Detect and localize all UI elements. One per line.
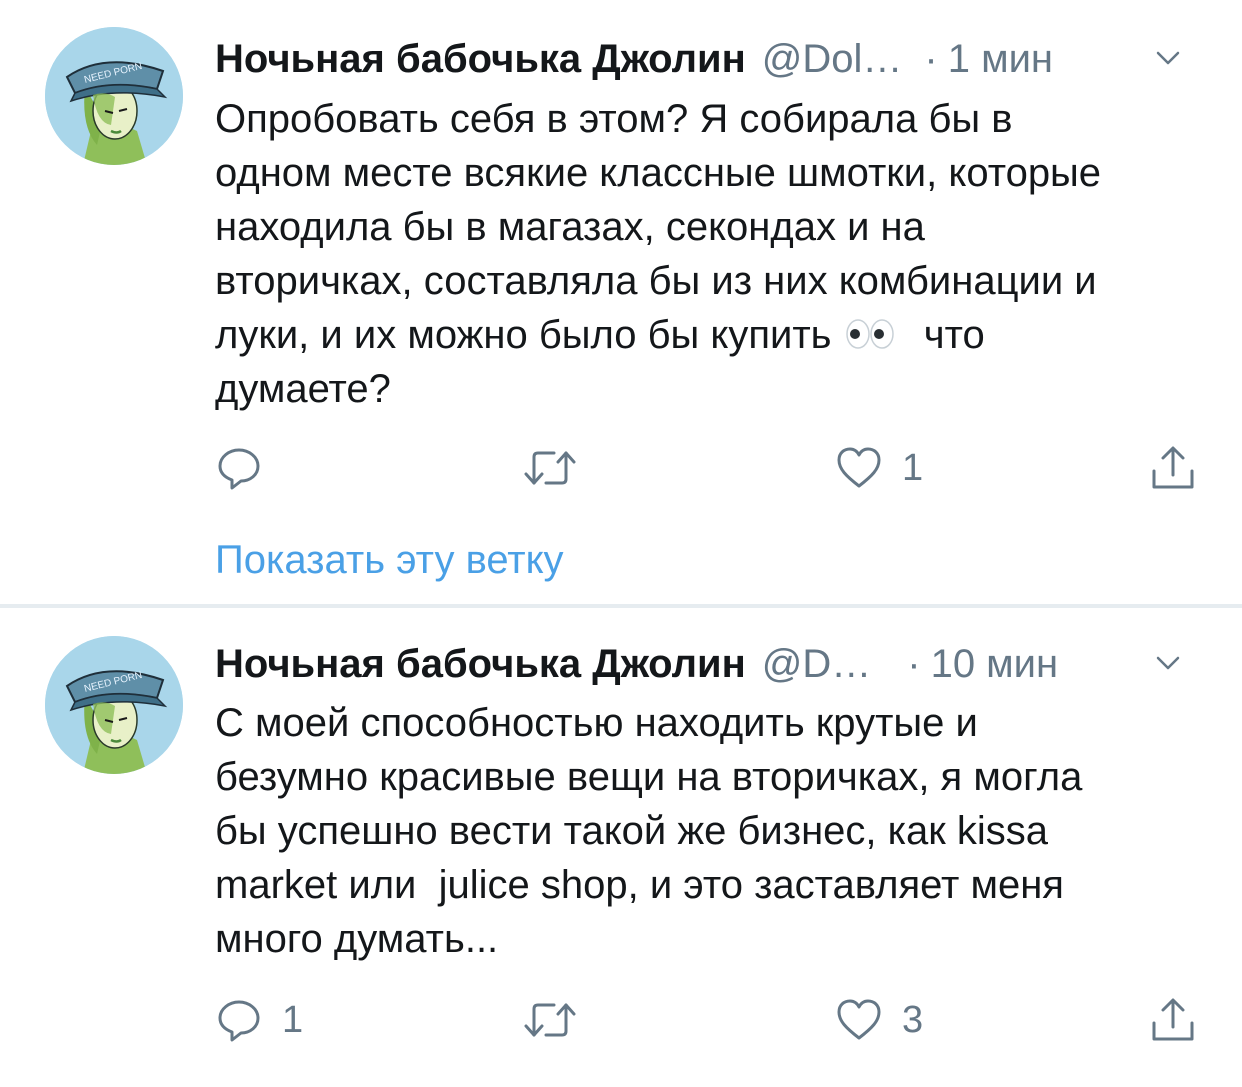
tweet-text-segment: что [923, 313, 985, 357]
tweet-text-line: одном месте всякие классные шмотки, кото… [215, 151, 1102, 195]
retweet-button[interactable] [522, 990, 596, 1050]
tweet-actions: 1 3 [0, 990, 1242, 1050]
eyes-emoji-icon [845, 319, 894, 349]
like-count: 3 [902, 998, 924, 1041]
tweet-text-line: market или julice shop, и это заставляет… [215, 863, 1064, 907]
tweet-text: Опробовать себя в этом? Я собирала бы в … [215, 92, 1215, 416]
author-handle[interactable]: @D… [762, 642, 872, 687]
avatar[interactable]: NEED PORN [45, 636, 183, 774]
tweet-text-line: думаете? [215, 367, 391, 411]
tweet-1[interactable]: NEED PORN Ночьная бабочька Джолин @Dol… … [0, 0, 1242, 606]
tweet-text: С моей способностью находить крутые и бе… [215, 696, 1215, 966]
retweet-icon [524, 1003, 576, 1037]
tweet-text-segment: луки, и их можно было бы купить [215, 313, 832, 357]
tweet-header: Ночьная бабочька Джолин @Dol… · 1 мин [215, 31, 1202, 87]
heart-icon [837, 999, 881, 1040]
author-name[interactable]: Ночьная бабочька Джолин [215, 642, 746, 687]
tweet-text-line-with-emoji: луки, и их можно было бы купить что [215, 308, 1215, 362]
author-handle[interactable]: @Dol… [762, 37, 903, 82]
separator-dot: · [924, 36, 938, 81]
author-name[interactable]: Ночьная бабочька Джолин [215, 37, 746, 82]
heart-icon [837, 447, 881, 488]
like-button[interactable]: 1 [834, 438, 923, 498]
timestamp[interactable]: 1 мин [948, 37, 1053, 82]
timestamp[interactable]: 10 мин [931, 642, 1059, 687]
avatar-illustration: NEED PORN [45, 636, 183, 774]
separator-dot: · [907, 641, 921, 686]
tweet-text-line: С моей способностью находить крутые и [215, 701, 978, 745]
tweet-header: Ночьная бабочька Джолин @D… · 10 мин [215, 636, 1202, 692]
like-button[interactable]: 3 [834, 990, 923, 1050]
tweet-actions: 1 [0, 438, 1242, 498]
chevron-down-icon[interactable] [1150, 648, 1186, 678]
like-count: 1 [902, 446, 924, 489]
reply-count: 1 [282, 998, 304, 1041]
avatar-illustration: NEED PORN [45, 27, 183, 165]
share-icon [1152, 446, 1194, 489]
tweet-text-line: бы успешно вести такой же бизнес, как ki… [215, 809, 1049, 853]
tweet-text-line: находила бы в магазах, секондах и на [215, 205, 925, 249]
retweet-button[interactable] [522, 438, 596, 498]
tweet-text-line: безумно красивые вещи на вторичках, я мо… [215, 755, 1083, 799]
share-button[interactable] [1148, 990, 1198, 1050]
reply-button[interactable] [214, 438, 282, 498]
reply-button[interactable]: 1 [214, 990, 303, 1050]
share-icon [1152, 998, 1194, 1041]
tweet-2[interactable]: NEED PORN Ночьная бабочька Джолин @D… · … [0, 608, 1242, 1087]
show-thread-link[interactable]: Показать эту ветку [215, 538, 564, 583]
share-button[interactable] [1148, 438, 1198, 498]
avatar[interactable]: NEED PORN [45, 27, 183, 165]
retweet-icon [524, 451, 576, 485]
reply-icon [218, 1000, 260, 1042]
tweet-text-line: Опробовать себя в этом? Я собирала бы в [215, 97, 1013, 141]
tweet-text-line: вторичках, составляла бы из них комбинац… [215, 259, 1097, 303]
reply-icon [218, 448, 260, 490]
tweet-text-line: много думать... [215, 917, 499, 961]
chevron-down-icon[interactable] [1150, 43, 1186, 73]
